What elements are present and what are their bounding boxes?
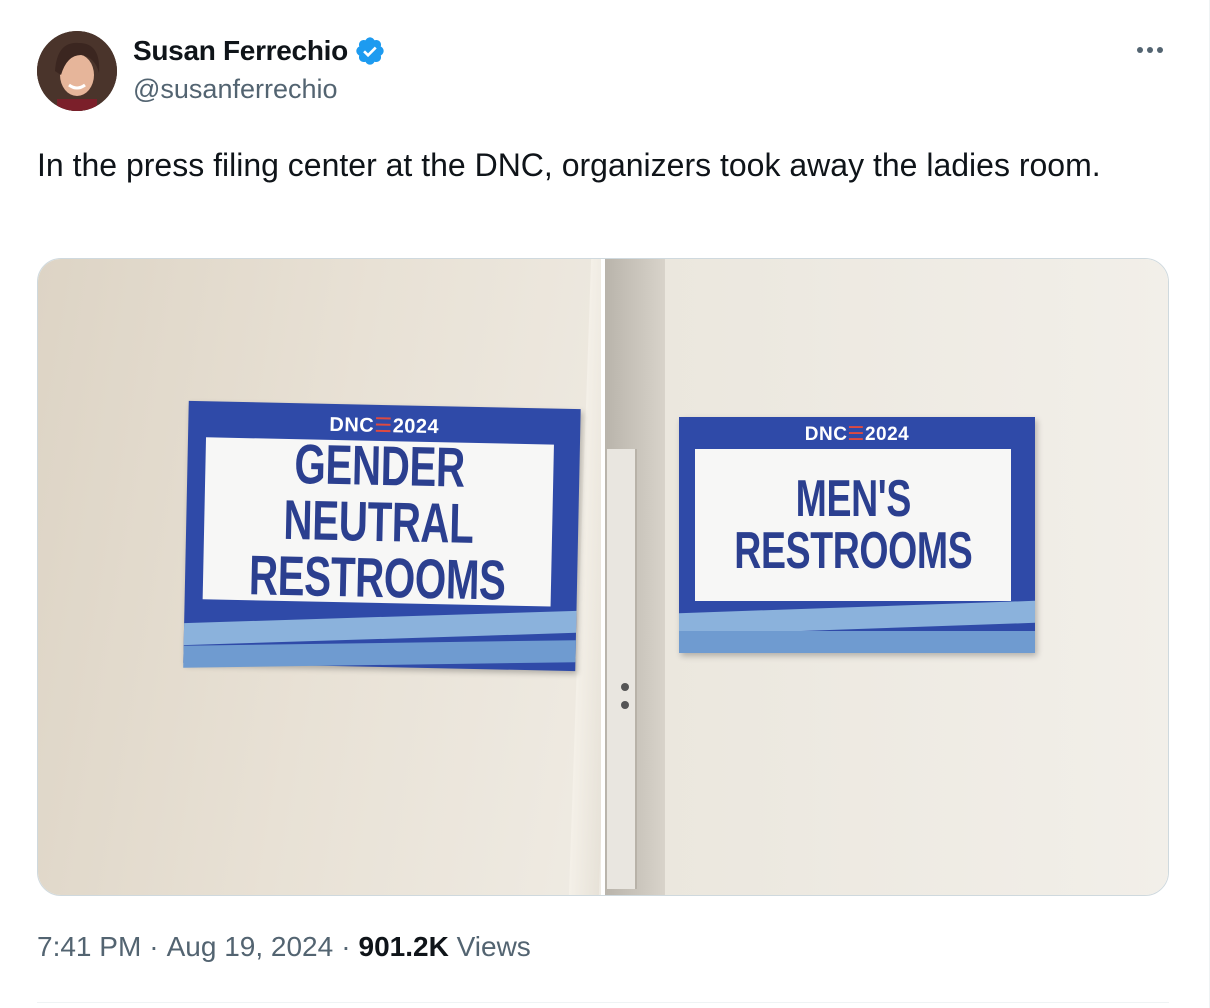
- tweet-date[interactable]: Aug 19, 2024: [167, 931, 334, 963]
- tweet-meta: 7:41 PM · Aug 19, 2024 · 901.2K Views: [37, 931, 531, 963]
- photo-2[interactable]: DNC☰2024 MEN'S RESTROOMS: [605, 259, 1168, 895]
- sign-text-line2: RESTROOMS: [248, 543, 507, 612]
- author-handle[interactable]: @susanferrechio: [133, 74, 338, 105]
- tweet-text: In the press filing center at the DNC, o…: [37, 147, 1101, 183]
- sign-text-line1: MEN'S: [795, 470, 911, 528]
- photo-1[interactable]: DNC☰2024 GENDER NEUTRAL RESTROOMS: [38, 259, 601, 895]
- sign-text: MEN'S RESTROOMS: [734, 473, 972, 577]
- sign-header-right: 2024: [864, 424, 910, 445]
- sign-wave: [183, 640, 576, 668]
- meta-separator: ·: [149, 931, 159, 962]
- meta-separator: ·: [341, 931, 351, 962]
- sign-panel: MEN'S RESTROOMS: [695, 449, 1011, 601]
- sign-mens: DNC☰2024 MEN'S RESTROOMS: [679, 417, 1035, 653]
- sign-wave: [183, 610, 577, 646]
- verified-badge-icon[interactable]: [354, 35, 386, 67]
- sign-header-left: DNC: [804, 424, 848, 445]
- sign-panel: GENDER NEUTRAL RESTROOMS: [202, 432, 554, 612]
- door: [607, 449, 637, 889]
- sign-text-line2: RESTROOMS: [733, 522, 973, 580]
- sign-wave: [679, 631, 1035, 653]
- tweet-time[interactable]: 7:41 PM: [37, 931, 141, 963]
- author-display-name[interactable]: Susan Ferrechio: [133, 35, 348, 67]
- profile-photo-icon: [37, 31, 117, 111]
- sign-text: GENDER NEUTRAL RESTROOMS: [248, 432, 508, 612]
- media-grid: DNC☰2024 GENDER NEUTRAL RESTROOMS DNC☰20…: [37, 258, 1169, 896]
- author-name-row: Susan Ferrechio: [133, 33, 386, 69]
- sign-gender-neutral: DNC☰2024 GENDER NEUTRAL RESTROOMS: [183, 400, 581, 672]
- divider: [37, 1002, 1169, 1003]
- sign-text-line1: GENDER NEUTRAL: [282, 432, 474, 555]
- avatar[interactable]: [37, 31, 117, 111]
- sign-header: DNC☰2024: [804, 424, 910, 445]
- tweet-card: Susan Ferrechio @susanferrechio In the p…: [0, 0, 1210, 1008]
- more-options-icon[interactable]: [1130, 38, 1170, 62]
- views-count[interactable]: 901.2K: [359, 931, 449, 962]
- views-label[interactable]: Views: [457, 931, 531, 962]
